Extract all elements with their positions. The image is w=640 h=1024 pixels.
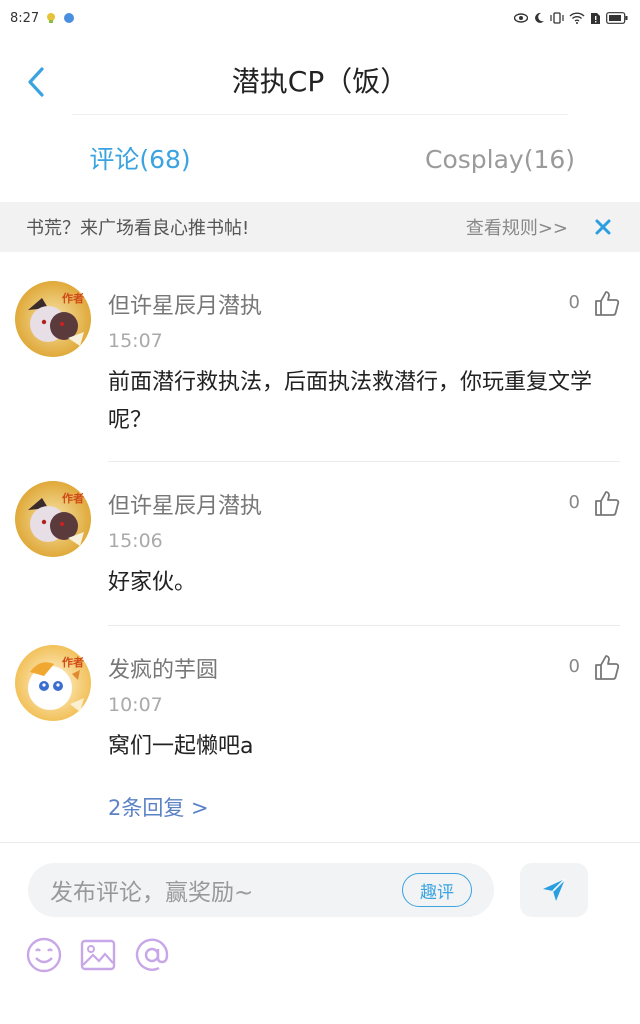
sim-alert-icon <box>591 12 600 24</box>
header: 潜执CP（饭） <box>0 50 640 114</box>
battery-icon <box>606 12 628 24</box>
author-badge: 作者 <box>62 492 84 505</box>
like-count: 0 <box>568 492 580 513</box>
notice-text: 书荒？来广场看良心推书帖! <box>26 218 250 239</box>
tab-cosplay[interactable]: Cosplay(16) <box>330 130 640 190</box>
comment-input-placeholder: 发布评论，赢奖励~ <box>50 880 254 906</box>
comment-content: 窝们一起懒吧a <box>108 734 254 759</box>
header-divider <box>72 114 568 115</box>
comment-time: 15:06 <box>108 530 163 552</box>
comment-composer: 发布评论，赢奖励~ 趣评 <box>0 842 640 1024</box>
image-button[interactable] <box>78 935 118 975</box>
comment-content: 前面潜行救执法，后面执法救潜行，你玩重复文学呢？ <box>108 370 593 433</box>
vibrate-icon <box>550 12 564 24</box>
comment-input[interactable]: 发布评论，赢奖励~ 趣评 <box>28 863 494 917</box>
avatar[interactable]: 作者 <box>14 644 92 722</box>
comment-item: 作者 但许星辰月潜执 15:06 好家伙。 0 <box>0 462 640 626</box>
view-rules-link[interactable]: 查看规则>> <box>466 214 568 240</box>
author-badge: 作者 <box>62 656 84 669</box>
comment-content: 好家伙。 <box>108 570 197 595</box>
comment-time: 15:07 <box>108 330 163 352</box>
thumbs-up-icon[interactable] <box>592 488 622 518</box>
comment-item: 作者 但许星辰月潜执 15:07 前面潜行救执法，后面执法救潜行，你玩重复文学呢… <box>0 262 640 462</box>
fun-comment-button[interactable]: 趣评 <box>402 873 472 907</box>
status-bar: 8:27 <box>0 0 640 36</box>
like-count: 0 <box>568 656 580 677</box>
view-replies-link[interactable]: 2条回复 > <box>108 792 209 822</box>
tabs: 评论(68) Cosplay(16) <box>0 130 640 190</box>
thumbs-up-icon[interactable] <box>592 288 622 318</box>
image-icon <box>80 939 116 971</box>
page-title: 潜执CP（饭） <box>231 65 409 98</box>
notification-icon <box>47 13 56 23</box>
comment-item: 作者 发疯的芋圆 10:07 窝们一起懒吧a 0 2条回复 > <box>0 626 640 842</box>
comment-time: 10:07 <box>108 694 163 716</box>
status-time: 8:27 <box>10 10 40 26</box>
thumbs-up-icon[interactable] <box>592 652 622 682</box>
send-icon <box>543 878 566 901</box>
emoji-button[interactable] <box>24 935 64 975</box>
close-notice-button[interactable] <box>592 216 614 238</box>
moon-icon <box>535 12 544 23</box>
composer-tools <box>24 935 172 975</box>
status-left: 8:27 <box>10 11 75 26</box>
send-button[interactable] <box>520 863 588 917</box>
close-icon <box>595 219 611 235</box>
emoji-icon <box>26 937 62 973</box>
app-notification-icon <box>64 13 75 23</box>
comment-username[interactable]: 但许星辰月潜执 <box>108 288 262 320</box>
eye-icon <box>514 13 528 23</box>
status-right <box>514 12 628 25</box>
at-icon <box>135 938 169 971</box>
notice-banner: 书荒？来广场看良心推书帖! 查看规则>> <box>0 202 640 252</box>
comment-username[interactable]: 但许星辰月潜执 <box>108 488 262 520</box>
like-count: 0 <box>568 292 580 313</box>
comment-list: 作者 但许星辰月潜执 15:07 前面潜行救执法，后面执法救潜行，你玩重复文学呢… <box>0 262 640 842</box>
comment-username[interactable]: 发疯的芋圆 <box>108 652 218 684</box>
tab-comments[interactable]: 评论(68) <box>0 130 330 190</box>
avatar[interactable]: 作者 <box>14 480 92 558</box>
avatar[interactable]: 作者 <box>14 280 92 358</box>
wifi-icon <box>569 12 585 24</box>
author-badge: 作者 <box>62 292 84 305</box>
mention-button[interactable] <box>132 935 172 975</box>
